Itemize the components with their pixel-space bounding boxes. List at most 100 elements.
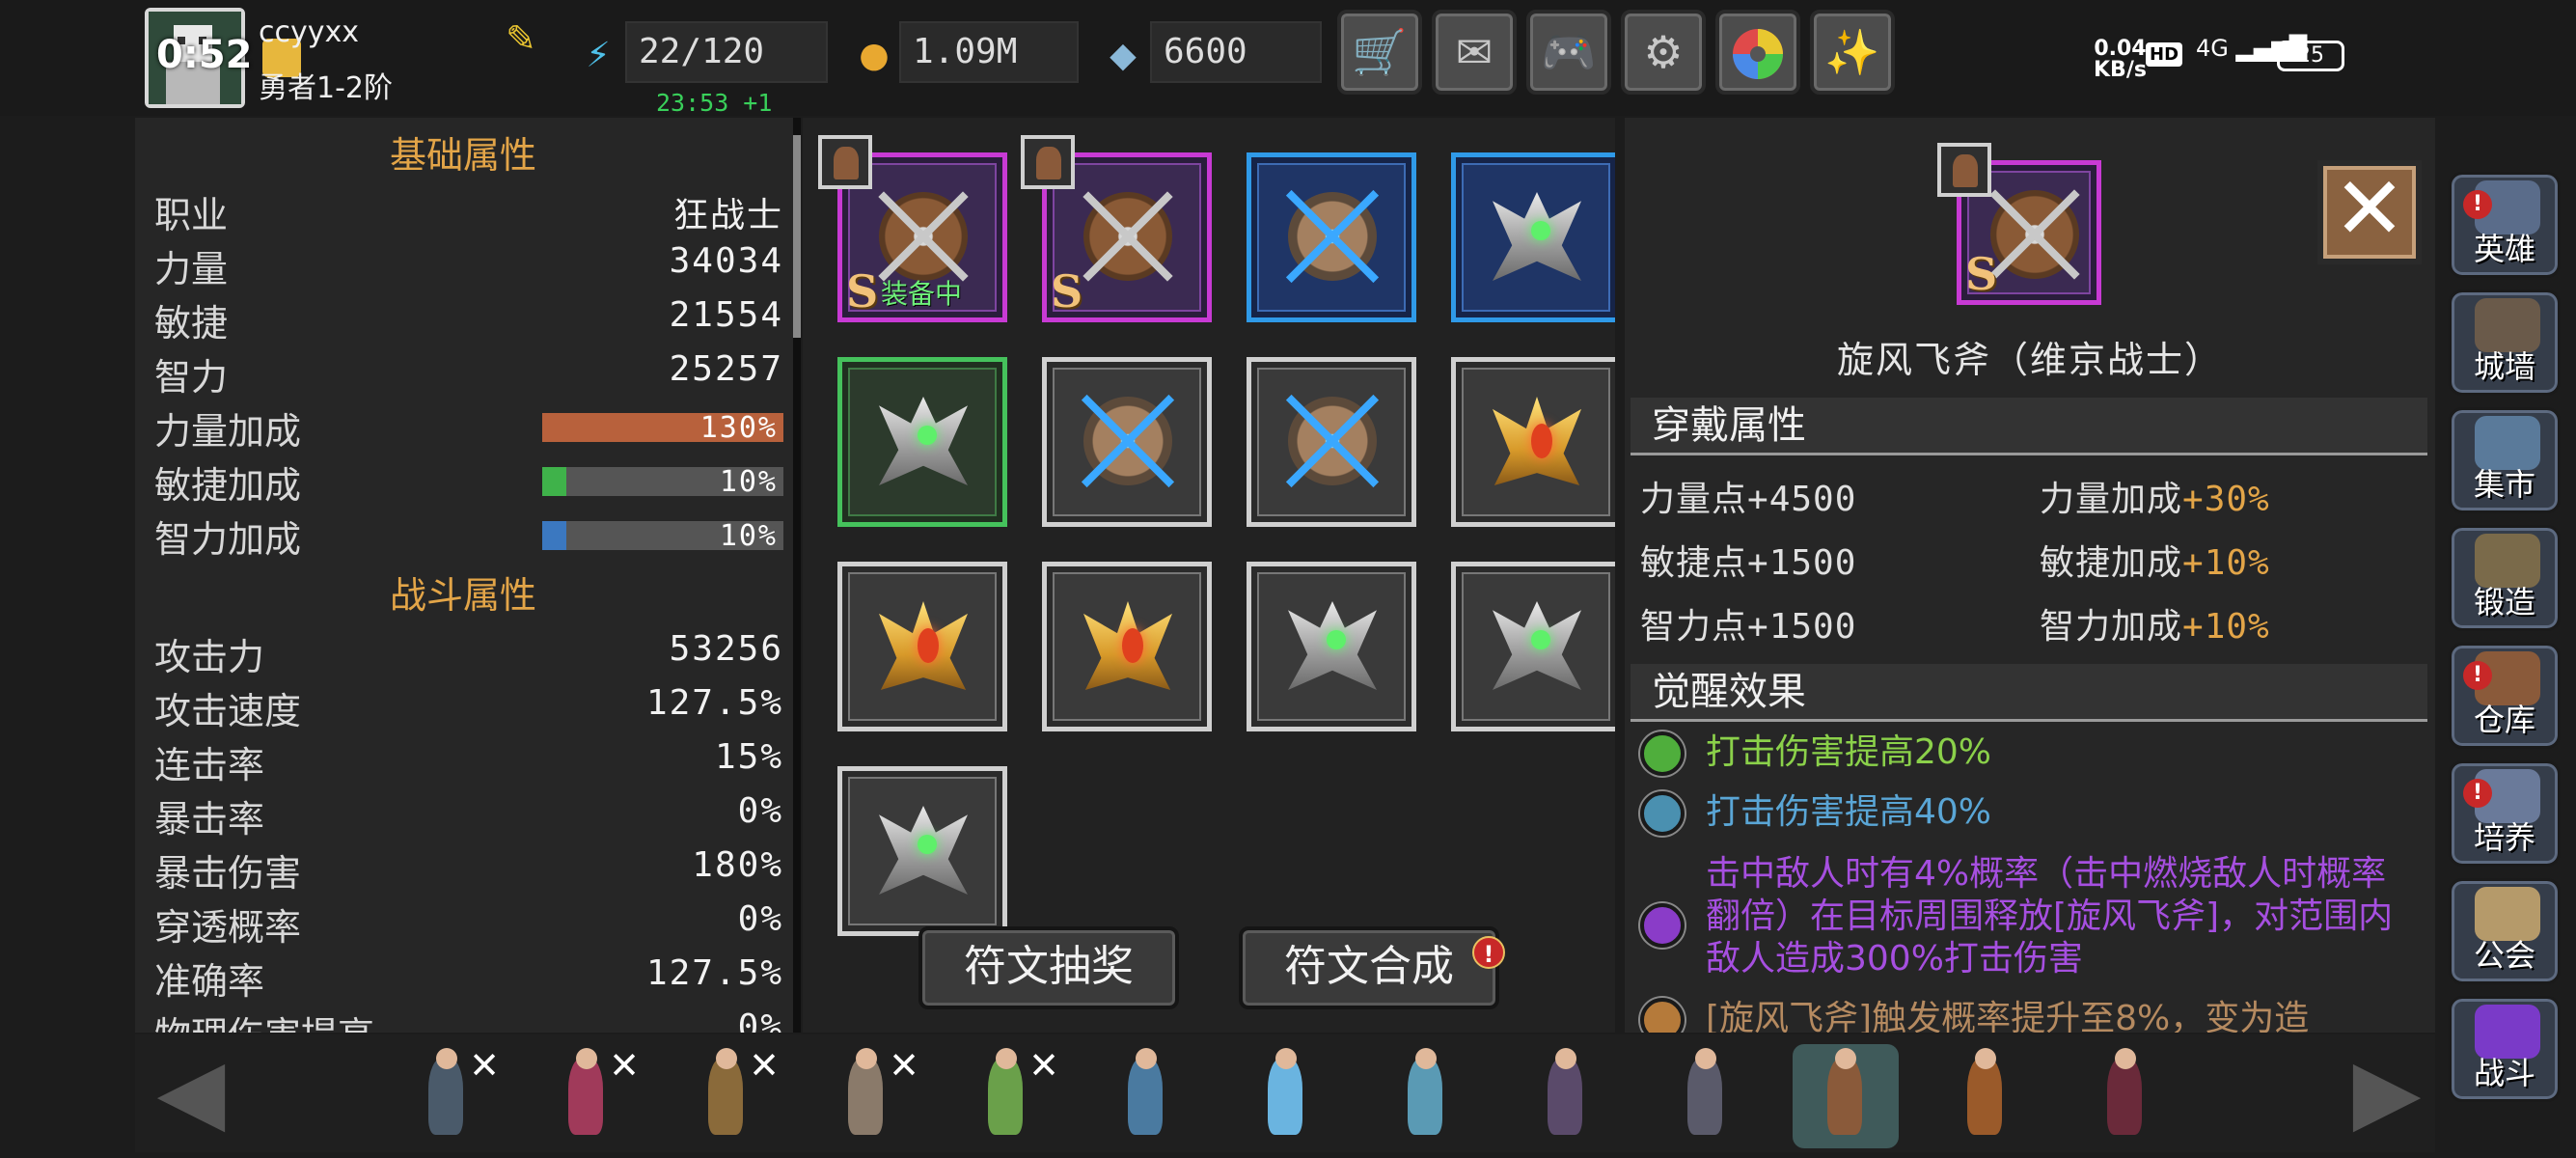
wear-attribute-value: +10% bbox=[2182, 543, 2270, 583]
sidebar-button[interactable]: ! 仓库 bbox=[2449, 643, 2561, 749]
hero-amazon[interactable]: ✕ bbox=[813, 1044, 919, 1148]
wear-attributes-header: 穿戴属性 bbox=[1631, 398, 2427, 455]
stat-label: 物理伤害提高 bbox=[154, 1006, 374, 1033]
rune-slot[interactable] bbox=[837, 562, 1007, 731]
color-wheel-icon bbox=[1733, 29, 1783, 79]
sidebar-button[interactable]: ! 英雄 bbox=[2449, 172, 2561, 278]
whirlwind-axe-icon bbox=[1990, 190, 2079, 279]
sidebar-button[interactable]: 城墙 bbox=[2449, 290, 2561, 396]
stat-row-combat: 暴击率 0% bbox=[154, 789, 783, 841]
hero-knight[interactable]: ✕ bbox=[394, 1044, 500, 1148]
rune-slot[interactable] bbox=[1042, 562, 1212, 731]
stat-row-class: 职业 狂战士 bbox=[154, 185, 783, 237]
sidebar-item-label: 培养 bbox=[2473, 819, 2535, 856]
awaken-effect-text: 打击伤害提高40% bbox=[1706, 792, 1992, 832]
axe-rune-icon bbox=[879, 192, 968, 281]
rune-owner-tag bbox=[818, 135, 872, 189]
edit-name-icon[interactable]: ✎ bbox=[506, 17, 548, 60]
attribute-scrollbar[interactable] bbox=[793, 135, 801, 338]
awaken-effect-text: 打击伤害提高20% bbox=[1706, 732, 1992, 772]
rune-slot[interactable] bbox=[1247, 152, 1416, 322]
rune-inventory-panel[interactable]: S 装备中 S 符文抽奖 符文合成 ! bbox=[803, 118, 1615, 1033]
shop-button[interactable]: 🛒 bbox=[1337, 10, 1422, 95]
sidebar-button[interactable]: 公会 bbox=[2449, 878, 2561, 984]
rune-lottery-button[interactable]: 符文抽奖 bbox=[918, 926, 1179, 1009]
prev-hero-button[interactable]: ◀ bbox=[143, 1047, 239, 1136]
stat-label: 职业 bbox=[154, 194, 229, 236]
rune-slot[interactable] bbox=[1451, 152, 1615, 322]
awaken-tier-icon bbox=[1640, 903, 1685, 948]
sidebar-button[interactable]: 战斗 bbox=[2449, 996, 2561, 1102]
stat-label: 力量 bbox=[154, 248, 229, 290]
intellect-bonus-bar: 10% bbox=[542, 519, 783, 553]
rune-gem-icon bbox=[918, 426, 937, 445]
hero-head-icon bbox=[2115, 1048, 2136, 1069]
stat-value: 0% bbox=[737, 1007, 783, 1033]
gunner-icon bbox=[1128, 1058, 1163, 1135]
hero-viking[interactable] bbox=[1793, 1044, 1899, 1148]
stat-label: 攻击力 bbox=[154, 636, 265, 678]
wear-attribute-value: +1500 bbox=[1747, 607, 1857, 647]
viking-icon bbox=[1827, 1058, 1862, 1135]
mail-button[interactable]: ✉ bbox=[1432, 10, 1517, 95]
hero-head-icon bbox=[436, 1048, 457, 1069]
amazon-icon bbox=[848, 1058, 883, 1135]
energy-counter: 22/120 bbox=[625, 21, 828, 83]
gold-counter: 1.09M bbox=[899, 21, 1079, 83]
sidebar-button[interactable]: ! 培养 bbox=[2449, 760, 2561, 867]
hero-head-icon bbox=[1555, 1048, 1576, 1069]
awaken-tier-icon bbox=[1640, 791, 1685, 836]
stat-row-strength-bonus: 力量加成 130% bbox=[154, 401, 783, 454]
awaken-effect-text: [旋风飞斧]触发概率提升至8%，变为造 bbox=[1706, 999, 2310, 1033]
wear-attribute: 敏捷加成+10% bbox=[2040, 535, 2270, 585]
hero-swordsman[interactable] bbox=[1653, 1044, 1759, 1148]
hero-head-icon bbox=[576, 1048, 597, 1069]
sidebar-item-label: 英雄 bbox=[2473, 231, 2535, 267]
rune-slot[interactable] bbox=[1451, 562, 1615, 731]
color-wheel-button[interactable] bbox=[1715, 10, 1800, 95]
stat-row-strength: 力量 34034 bbox=[154, 239, 783, 291]
rune-slot[interactable] bbox=[837, 766, 1007, 936]
hero-ice-mage[interactable] bbox=[1233, 1044, 1339, 1148]
fireworks-button[interactable]: ✨ bbox=[1810, 10, 1895, 95]
settings-button[interactable]: ⚙ bbox=[1621, 10, 1706, 95]
arrow-right-icon: ▶ bbox=[2352, 1039, 2422, 1143]
hero-hunter[interactable] bbox=[1932, 1044, 2039, 1148]
rune-grade: S bbox=[1965, 248, 1998, 300]
gear-icon: ⚙ bbox=[1643, 26, 1684, 78]
hero-druid[interactable]: ✕ bbox=[953, 1044, 1059, 1148]
locked-icon: ✕ bbox=[1028, 1044, 1059, 1087]
stat-row-agility-bonus: 敏捷加成 10% bbox=[154, 455, 783, 508]
gamepad-button[interactable]: 🎮 bbox=[1526, 10, 1611, 95]
strength-bonus-bar: 130% bbox=[542, 411, 783, 445]
hero-warlock[interactable] bbox=[1513, 1044, 1619, 1148]
hero-assassin[interactable] bbox=[2072, 1044, 2179, 1148]
hero-frost-spirit[interactable] bbox=[1373, 1044, 1479, 1148]
stat-value: 127.5% bbox=[645, 683, 783, 723]
wear-attribute-value: +1500 bbox=[1747, 543, 1857, 583]
stat-label: 穿透概率 bbox=[154, 906, 302, 949]
sidebar-button[interactable]: 集市 bbox=[2449, 407, 2561, 513]
attribute-panel[interactable]: 基础属性 职业 狂战士 力量 34034 敏捷 21554 智力 25257 力… bbox=[135, 118, 801, 1033]
wear-attribute-label: 智力点 bbox=[1640, 607, 1748, 647]
sidebar-item-label: 集市 bbox=[2473, 466, 2535, 503]
wear-attribute-label: 力量加成 bbox=[2040, 480, 2183, 519]
rune-slot[interactable] bbox=[1451, 357, 1615, 527]
hero-archer[interactable]: ✕ bbox=[673, 1044, 780, 1148]
rune-slot[interactable] bbox=[1247, 562, 1416, 731]
hero-mage-red[interactable]: ✕ bbox=[534, 1044, 640, 1148]
gem-icon: ◆ bbox=[1110, 36, 1137, 75]
rune-slot[interactable] bbox=[837, 357, 1007, 527]
sidebar-button[interactable]: 锻造 bbox=[2449, 525, 2561, 631]
next-hero-button[interactable]: ▶ bbox=[2339, 1047, 2435, 1136]
rune-slot[interactable] bbox=[1247, 357, 1416, 527]
stat-value: 狂战士 bbox=[672, 196, 783, 235]
rune-slot[interactable] bbox=[1042, 357, 1212, 527]
stat-row-combat: 攻击力 53256 bbox=[154, 627, 783, 679]
knight-icon bbox=[428, 1058, 463, 1135]
hero-gunner[interactable] bbox=[1093, 1044, 1199, 1148]
viking-mini-icon bbox=[1953, 154, 1978, 187]
close-button[interactable]: ✕ bbox=[2317, 160, 2422, 264]
rune-compose-button[interactable]: 符文合成 bbox=[1239, 926, 1499, 1009]
stat-label: 连击率 bbox=[154, 744, 265, 786]
